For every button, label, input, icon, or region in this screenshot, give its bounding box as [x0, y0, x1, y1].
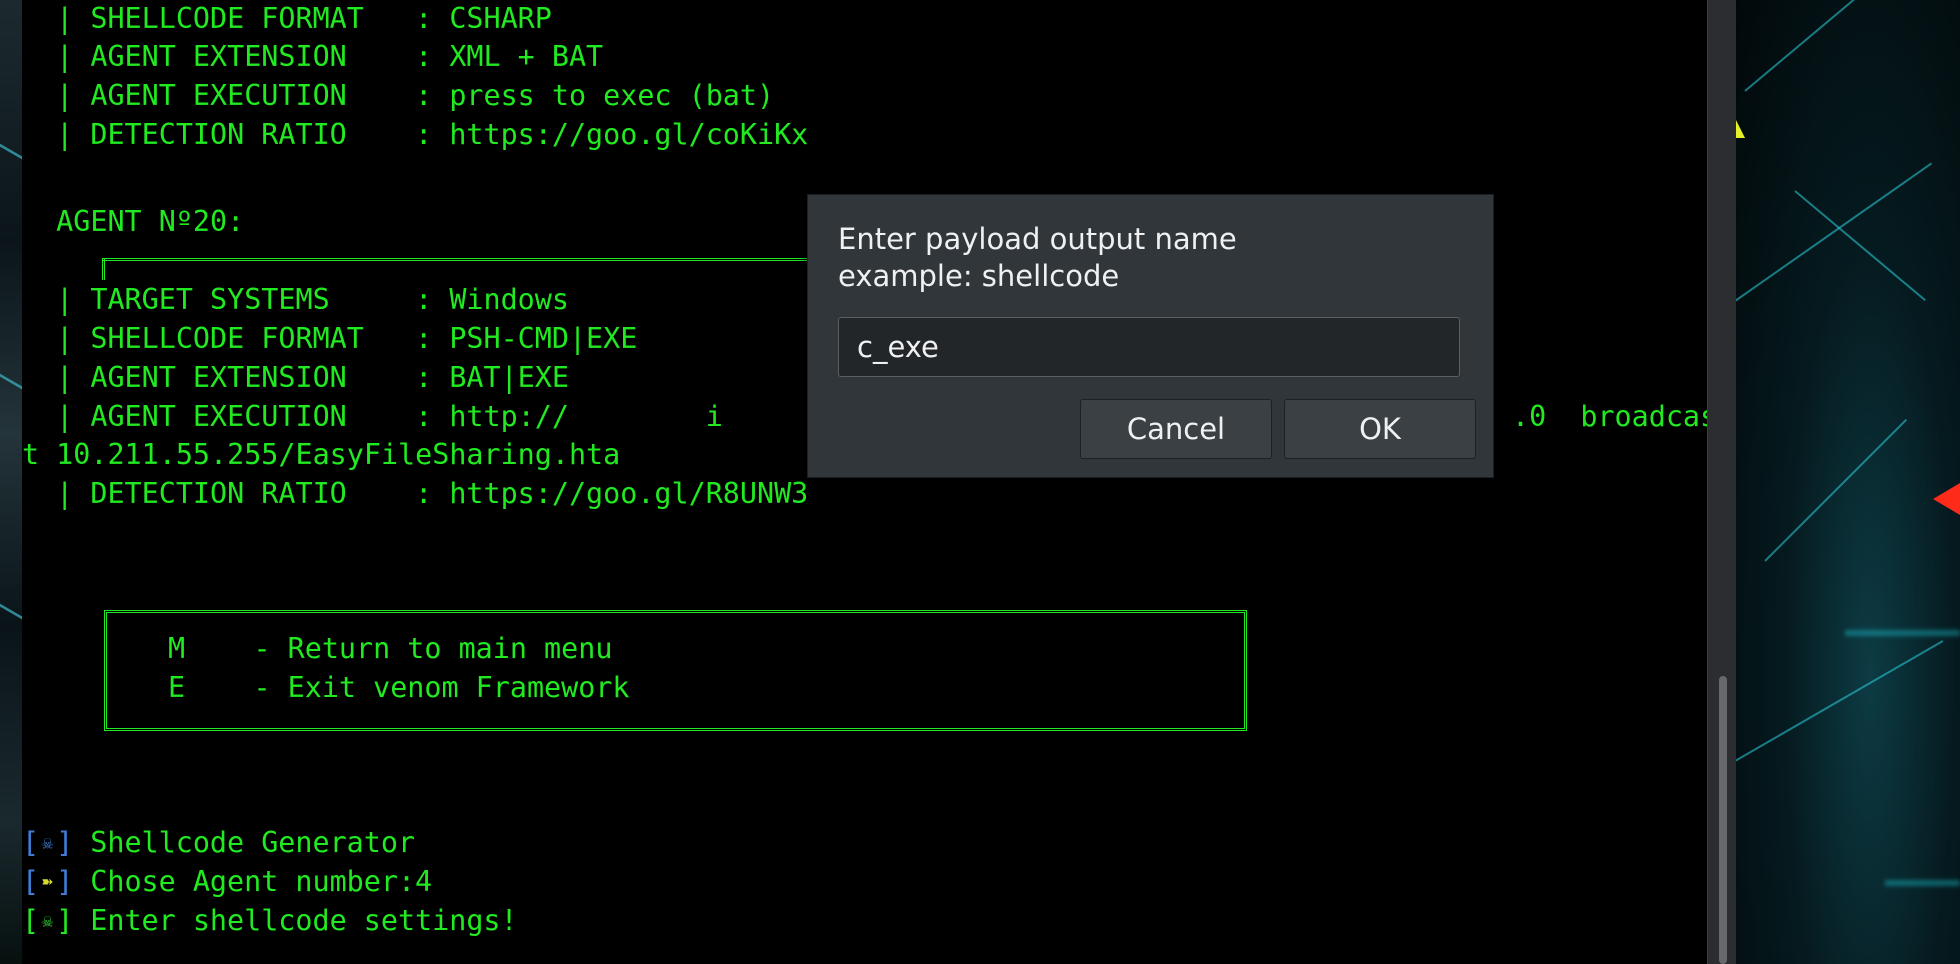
agent19-agent-execution: | AGENT EXECUTION : press to exec (bat)	[22, 79, 775, 112]
cancel-button[interactable]: Cancel	[1080, 399, 1272, 459]
agent19-agent-extension: | AGENT EXTENSION : XML + BAT	[22, 40, 604, 73]
menu-item-exit: E - Exit venom Framework	[168, 671, 630, 704]
terminal-window[interactable]: | SHELLCODE FORMAT : CSHARP | AGENT EXTE…	[22, 0, 1707, 964]
skull-icon: ☠	[42, 911, 54, 932]
agent20-box-top-border	[102, 258, 832, 261]
dialog-message-line2: example: shellcode	[838, 259, 1120, 293]
agent20-detection-ratio: | DETECTION RATIO : https://goo.gl/R8UNW…	[22, 477, 809, 510]
ok-button[interactable]: OK	[1284, 399, 1476, 459]
skull-icon: ☠	[42, 833, 54, 854]
agent20-agent-execution-wrap: t 10.211.55.255/EasyFileSharing.hta	[22, 438, 621, 471]
agent20-target-systems: | TARGET SYSTEMS : Windows	[22, 283, 569, 316]
agent20-heading: AGENT Nº20:	[22, 205, 245, 238]
wallpaper-left	[0, 0, 22, 964]
agent20-shellcode-format: | SHELLCODE FORMAT : PSH-CMD|EXE	[22, 322, 638, 355]
status-line-settings: [☠] Enter shellcode settings!	[22, 904, 518, 937]
dialog-message-line1: Enter payload output name	[838, 222, 1237, 256]
agent19-shellcode-format: | SHELLCODE FORMAT : CSHARP	[22, 2, 552, 35]
agent20-agent-execution-tail: .0 broadcas	[1512, 400, 1707, 433]
agent20-box-corner	[102, 258, 111, 280]
menu-item-return: M - Return to main menu	[168, 632, 613, 665]
wallpaper-right	[1735, 0, 1960, 964]
payload-name-input[interactable]	[838, 317, 1460, 377]
terminal-scrollbar[interactable]	[1707, 0, 1736, 964]
status-line-generator: [☠] Shellcode Generator	[22, 826, 416, 859]
status-line-agent-number: [➽] Chose Agent number:4	[22, 865, 433, 898]
red-triangle-shape	[1933, 483, 1960, 515]
arrow-icon: ➽	[42, 872, 54, 893]
agent20-agent-extension: | AGENT EXTENSION : BAT|EXE	[22, 361, 569, 394]
scrollbar-thumb[interactable]	[1719, 676, 1727, 964]
payload-name-dialog: Enter payload output name example: shell…	[807, 194, 1494, 478]
agent20-agent-execution: | AGENT EXECUTION : http:// i	[22, 400, 723, 433]
agent19-detection-ratio: | DETECTION RATIO : https://goo.gl/coKiK…	[22, 118, 809, 151]
desktop: | SHELLCODE FORMAT : CSHARP | AGENT EXTE…	[0, 0, 1960, 964]
yellow-triangle-shape	[1735, 118, 1745, 138]
